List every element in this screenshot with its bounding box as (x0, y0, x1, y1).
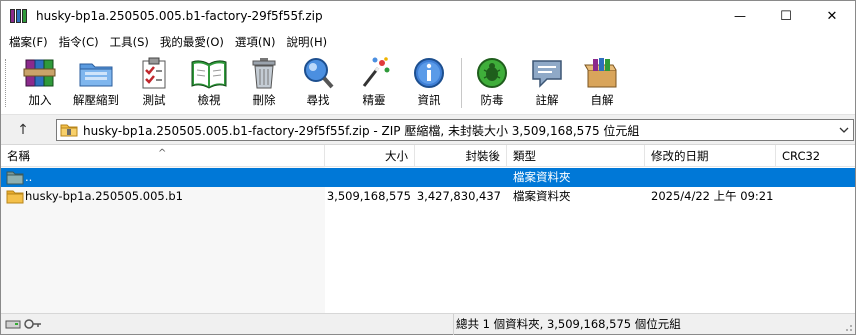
column-header-name[interactable]: 名稱 ^ (1, 145, 325, 167)
table-row[interactable]: husky-bp1a.250505.005.b1 3,509,168,575 3… (1, 187, 855, 206)
virus-scan-label: 防毒 (480, 93, 504, 107)
delete-button[interactable]: 刪除 (235, 56, 293, 112)
status-bar: 總共 1 個資料夾, 3,509,168,575 個位元組 (1, 313, 855, 335)
test-label: 測試 (142, 93, 166, 107)
address-path: husky-bp1a.250505.005.b1-factory-29f5f55… (83, 123, 640, 138)
column-header-crc32[interactable]: CRC32 (776, 145, 855, 167)
row-size (325, 168, 411, 187)
status-icons (5, 318, 43, 333)
menu-favorites[interactable]: 我的最愛(O) (152, 34, 227, 50)
up-one-level-button[interactable]: ↑ (9, 120, 37, 140)
winrar-app-icon[interactable] (10, 8, 28, 24)
file-list: 名稱 ^ 大小 封裝後 類型 修改的日期 CRC32 .. 檔案資料夾 husk… (1, 144, 855, 313)
column-header-type[interactable]: 類型 (507, 145, 645, 167)
wizard-icon (362, 57, 390, 87)
title-bar: husky-bp1a.250505.005.b1-factory-29f5f55… (1, 1, 855, 31)
sfx-button[interactable]: 自解 (573, 56, 631, 112)
extract-to-button[interactable]: 解壓縮到 (67, 56, 125, 112)
delete-label: 刪除 (252, 93, 276, 107)
table-row[interactable]: .. 檔案資料夾 (1, 168, 855, 187)
row-type: 檔案資料夾 (513, 170, 571, 184)
menu-bar: 檔案(F) 指令(C) 工具(S) 我的最愛(O) 選項(N) 說明(H) (1, 31, 855, 52)
column-name-label: 名稱 (7, 149, 30, 163)
menu-help[interactable]: 說明(H) (279, 34, 331, 50)
find-icon (304, 58, 334, 89)
chevron-down-icon[interactable] (837, 123, 851, 137)
view-button[interactable]: 檢視 (180, 56, 238, 112)
extract-to-label: 解壓縮到 (73, 93, 119, 107)
row-packed: 3,427,830,437 (416, 189, 501, 203)
folder-icon (6, 190, 24, 204)
sfx-icon (584, 58, 617, 88)
address-combobox[interactable]: husky-bp1a.250505.005.b1-factory-29f5f55… (56, 119, 854, 141)
extract-to-icon (79, 63, 113, 87)
view-icon (191, 60, 227, 89)
column-header-modified[interactable]: 修改的日期 (645, 145, 776, 167)
list-header: 名稱 ^ 大小 封裝後 類型 修改的日期 CRC32 (1, 145, 855, 167)
info-button[interactable]: 資訊 (400, 56, 458, 112)
find-label: 尋找 (306, 93, 330, 107)
wizard-label: 精靈 (362, 93, 386, 107)
add-label: 加入 (28, 93, 52, 107)
column-header-size[interactable]: 大小 (325, 145, 415, 167)
column-header-packed[interactable]: 封裝後 (415, 145, 507, 167)
delete-icon (252, 58, 276, 89)
close-button[interactable]: ✕ (809, 1, 855, 31)
sort-ascending-icon: ^ (158, 148, 167, 159)
arrow-up-icon: ↑ (17, 122, 29, 138)
wizard-button[interactable]: 精靈 (345, 56, 403, 112)
comment-button[interactable]: 註解 (518, 56, 576, 112)
view-label: 檢視 (197, 93, 221, 107)
row-name: .. (25, 170, 33, 184)
toolbar-separator (461, 58, 462, 108)
menu-tools[interactable]: 工具(S) (102, 34, 152, 50)
row-size: 3,509,168,575 (326, 189, 411, 203)
info-label: 資訊 (417, 93, 441, 107)
find-button[interactable]: 尋找 (289, 56, 347, 112)
row-name: husky-bp1a.250505.005.b1 (25, 189, 183, 203)
virus-scan-icon (477, 58, 507, 88)
menu-commands[interactable]: 指令(C) (51, 34, 102, 50)
row-type: 檔案資料夾 (513, 189, 571, 203)
menu-file[interactable]: 檔案(F) (1, 34, 51, 50)
winrar-window: husky-bp1a.250505.005.b1-factory-29f5f55… (0, 0, 856, 335)
menu-options[interactable]: 選項(N) (227, 34, 279, 50)
test-icon (142, 57, 166, 89)
virus-scan-button[interactable]: 防毒 (463, 56, 521, 112)
close-icon: ✕ (826, 8, 838, 24)
toolbar: 加入 解壓縮到 測試 檢視 刪除 尋找 精靈 資訊 防毒 註解 自解 (1, 52, 855, 115)
maximize-button[interactable]: ☐ (763, 1, 809, 31)
add-icon (23, 59, 56, 87)
drive-icon[interactable] (5, 320, 21, 329)
comment-icon (532, 60, 562, 88)
minimize-button[interactable]: — (717, 1, 763, 31)
toolbar-grip[interactable] (5, 59, 8, 107)
sfx-label: 自解 (590, 93, 614, 107)
archive-folder-icon (60, 124, 78, 137)
test-button[interactable]: 測試 (125, 56, 183, 112)
comment-label: 註解 (535, 93, 559, 107)
status-summary: 總共 1 個資料夾, 3,509,168,575 個位元組 (453, 314, 681, 335)
minimize-icon: — (734, 9, 746, 23)
address-bar: ↑ husky-bp1a.250505.005.b1-factory-29f5f… (1, 116, 855, 143)
resize-grip-icon[interactable] (843, 322, 853, 332)
window-title: husky-bp1a.250505.005.b1-factory-29f5f55… (36, 9, 323, 23)
row-modified: 2025/4/22 上午 09:21 (651, 189, 774, 203)
row-packed (415, 168, 501, 187)
info-icon (414, 58, 444, 88)
add-button[interactable]: 加入 (11, 56, 69, 112)
maximize-icon: ☐ (780, 8, 792, 24)
key-icon[interactable] (24, 319, 41, 329)
parent-folder-icon (6, 171, 24, 185)
